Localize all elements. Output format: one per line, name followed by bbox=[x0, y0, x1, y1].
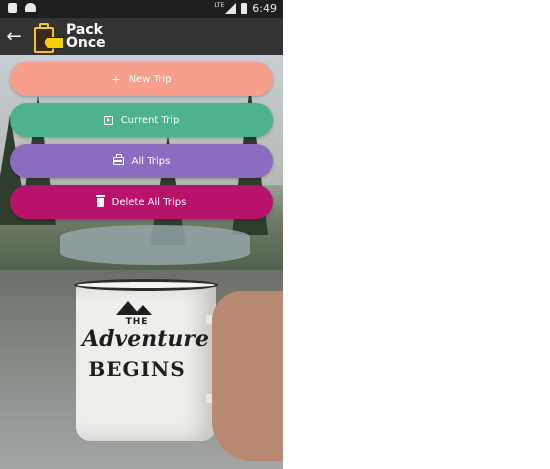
hand bbox=[212, 291, 283, 461]
mug-text-adventure: Adventure bbox=[82, 326, 209, 352]
status-bar: LTE 6:49 bbox=[0, 0, 283, 18]
trash-icon bbox=[95, 194, 105, 207]
status-time: 6:49 bbox=[252, 2, 277, 15]
mug-rim bbox=[74, 279, 218, 291]
mug-print: THE Adventure BEGINS bbox=[82, 301, 209, 381]
new-trip-label: New Trip bbox=[128, 73, 172, 85]
all-trips-label: All Trips bbox=[131, 155, 171, 167]
android-icon bbox=[25, 3, 36, 12]
arrow-back-icon[interactable]: ← bbox=[0, 18, 28, 55]
app-bar: ← Pack Once bbox=[0, 18, 283, 55]
current-trip-button[interactable]: Current Trip bbox=[10, 103, 273, 137]
signal-icon bbox=[225, 3, 237, 14]
suitcase-tag-logo-icon bbox=[32, 22, 64, 53]
mug-text-begins: BEGINS bbox=[88, 357, 186, 381]
app-title: Pack Once bbox=[66, 23, 106, 51]
mountain-icon bbox=[134, 305, 152, 315]
current-trip-label: Current Trip bbox=[120, 114, 180, 126]
network-type: LTE bbox=[214, 2, 225, 9]
new-trip-button[interactable]: + New Trip bbox=[10, 62, 273, 96]
briefcase-icon bbox=[112, 154, 124, 165]
notification-icon bbox=[8, 3, 17, 13]
delete-all-trips-label: Delete All Trips bbox=[111, 196, 187, 208]
phone-screen: THE Adventure BEGINS LTE 6:49 ← Pack Onc… bbox=[0, 0, 283, 469]
delete-all-trips-button[interactable]: Delete All Trips bbox=[10, 185, 273, 219]
all-trips-button[interactable]: All Trips bbox=[10, 144, 273, 178]
app-title-line2: Once bbox=[66, 34, 106, 51]
play-box-icon bbox=[103, 115, 113, 125]
lake bbox=[60, 225, 250, 265]
battery-icon bbox=[241, 3, 248, 14]
plus-icon: + bbox=[111, 72, 121, 86]
